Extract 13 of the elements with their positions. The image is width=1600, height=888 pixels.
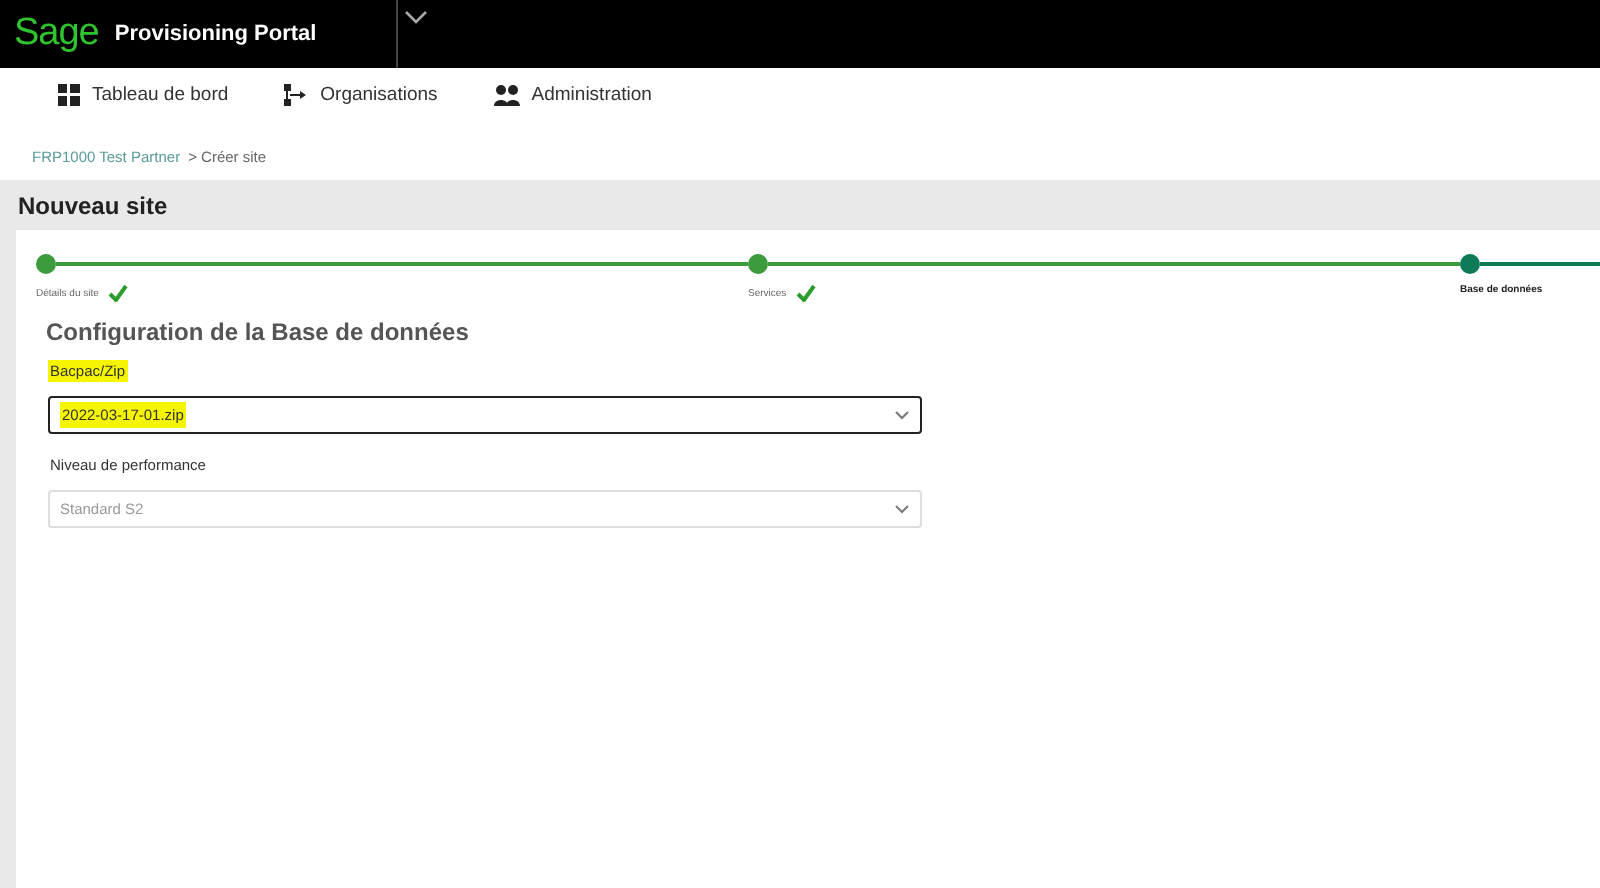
chevron-down-icon	[894, 410, 910, 420]
nav-link[interactable]: Tableau de bord	[58, 83, 229, 105]
section-title: Configuration de la Base de données	[46, 318, 471, 346]
portal-title: Provisioning Portal	[114, 22, 317, 46]
nav-link[interactable]: Administration	[493, 83, 652, 105]
logo: Sage	[14, 12, 99, 56]
users-icon	[493, 83, 520, 105]
grid-icon	[58, 83, 80, 105]
chevron-down-icon	[894, 504, 910, 514]
nav-link[interactable]: Organisations	[284, 83, 438, 105]
page-title: Nouveau site	[16, 190, 170, 224]
chevron-down-icon[interactable]	[404, 10, 429, 26]
hierarchy-icon	[284, 83, 309, 105]
